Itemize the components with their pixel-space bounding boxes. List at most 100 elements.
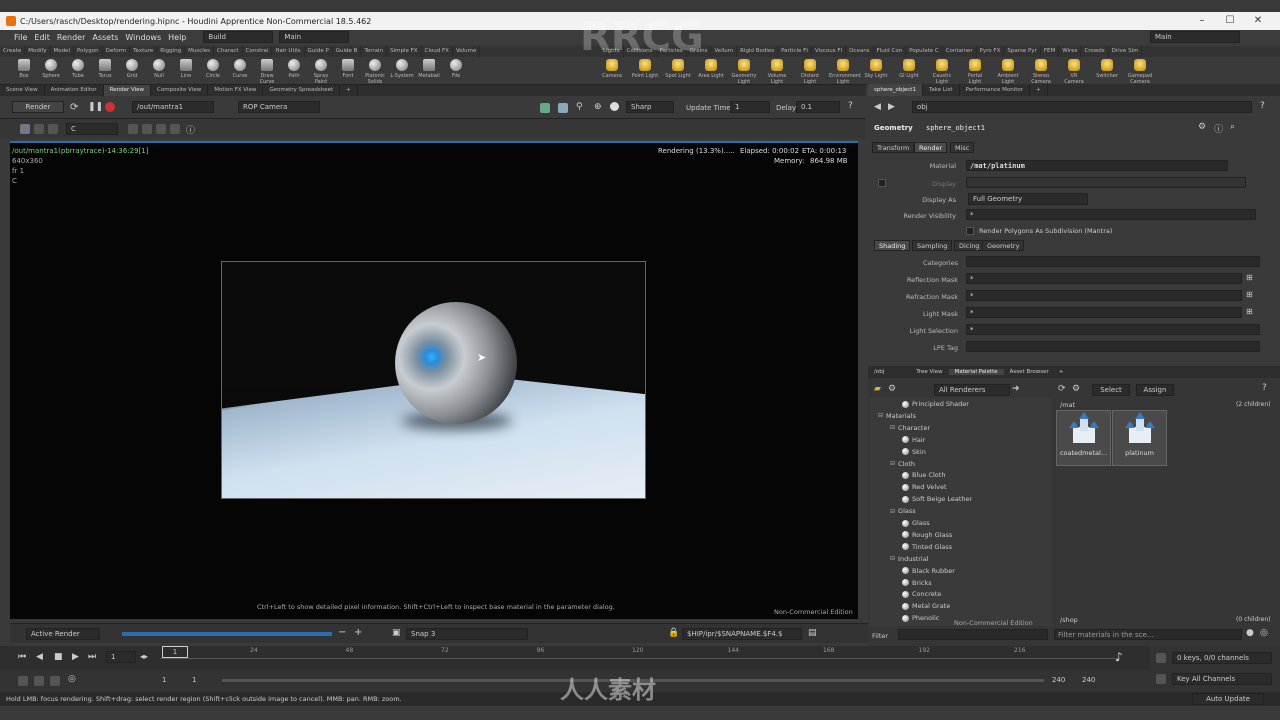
crop-icon[interactable] [142,124,152,134]
maximize-button[interactable]: ☐ [1216,12,1244,30]
shelf-tab[interactable]: Polygon [74,46,103,57]
render-progress-slider[interactable] [122,632,332,636]
display-as-select[interactable]: Full Geometry [968,193,1088,205]
shelf-tool[interactable]: Font [334,59,362,79]
range-end[interactable]: 240 [1052,676,1065,684]
gear-icon[interactable]: ⚙ [888,384,896,394]
tree-item[interactable]: ⊟ Character [890,424,930,432]
gear-icon[interactable]: ⚙ [1198,122,1206,132]
pause-icon[interactable]: ❚❚ [88,102,103,112]
shelf-tab[interactable]: Guide P [305,46,333,57]
filter-materials-input[interactable]: Filter materials in the sce... [1054,629,1242,640]
add-tab-button[interactable]: + [1030,84,1048,96]
tab-tree-view[interactable]: Tree View [910,369,948,375]
render-viewport[interactable]: /out/mantra1(pbrraytrace)-14:36:29[1] 64… [10,141,858,619]
tree-item[interactable]: Skin [902,448,926,456]
shelf-tool[interactable]: Distant Light [796,59,824,85]
select-button[interactable]: Select [1092,384,1130,396]
tab-transform[interactable]: Transform [872,142,915,153]
render-visibility-field[interactable]: * [966,209,1256,220]
plus-button[interactable]: + [354,627,362,638]
tree-item[interactable]: Blue Cloth [902,471,945,479]
shelf-tool[interactable]: Camera [598,59,626,79]
shelf-tab[interactable]: Wires [1059,46,1082,57]
pin-icon[interactable]: ⚲ [576,102,583,112]
tree-item[interactable]: ⊟ Materials [878,412,916,420]
help-icon[interactable]: ? [1260,101,1265,111]
tree-item[interactable]: Glass [902,519,930,527]
shelf-tool[interactable]: Grid [118,59,146,79]
range-end-2[interactable]: 240 [1082,676,1095,684]
shelf-tab[interactable]: Cloud FX [422,46,453,57]
tab-geometry[interactable]: Geometry [982,240,1025,251]
tab-scene-view[interactable]: Scene View [0,85,45,96]
renderer-select[interactable]: All Renderers [934,384,1010,396]
tree-item[interactable]: Rough Glass [902,531,952,539]
range-start-2[interactable]: 1 [192,676,196,684]
render-button[interactable]: Render [12,101,64,113]
shelf-tab[interactable]: Drive Sim [1109,46,1143,57]
help-icon[interactable]: ? [848,101,853,111]
zoom-icon[interactable]: ⊕ [594,102,602,112]
close-window-button[interactable]: ✕ [1244,12,1272,30]
material-thumb-platinum[interactable]: platinum [1112,410,1167,466]
stop-icon[interactable] [105,102,115,112]
tab-performance-monitor[interactable]: Performance Monitor [960,84,1031,96]
fit-icon[interactable] [128,124,138,134]
menu-help[interactable]: Help [168,33,186,42]
tree-item[interactable]: Red Velvet [902,483,947,491]
shelf-tool[interactable]: Curve [226,59,254,79]
mask-picker-icon[interactable]: ⊞ [1246,307,1253,316]
sphere-preview-icon[interactable]: ● [1246,628,1254,638]
tab-misc[interactable]: Misc [950,142,975,153]
back-arrow-icon[interactable]: ◀ [874,102,881,112]
current-frame-field[interactable]: 1 [106,651,136,663]
key-all-icon[interactable] [1156,674,1166,684]
shelf-tab[interactable]: Oceans [846,46,874,57]
shelf-tab[interactable]: Create [0,46,26,57]
shelf-tool[interactable]: VR Camera [1060,59,1088,85]
help-icon[interactable]: ? [1262,383,1267,393]
stop-button[interactable]: ■ [54,652,63,662]
menu-assets[interactable]: Assets [92,33,118,42]
shelf-tool[interactable]: Portal Light [961,59,989,85]
tree-item[interactable]: ⊟ Industrial [890,555,929,563]
shelf-tab[interactable]: Crowds [1081,46,1109,57]
minimize-button[interactable]: – [1188,12,1216,30]
shelf-tab[interactable]: Rigging [157,46,186,57]
shelf-tab[interactable]: Modify [25,46,51,57]
tab-motion-fx-view[interactable]: Motion FX View [208,85,264,96]
rop-path-field[interactable]: /out/mantra1 [132,101,214,113]
tab-render[interactable]: Render [914,142,948,153]
shelf-tab[interactable]: Fluid Con [874,46,907,57]
shelf-tab[interactable]: Terrain [361,46,388,57]
tree-item[interactable]: Concrete [902,590,941,598]
tab-material-palette[interactable]: Material Palette [948,369,1004,375]
tab-sphere-object[interactable]: sphere_object1 [868,84,923,96]
shelf-tool[interactable]: Path [280,59,308,79]
shelf-tool[interactable]: Ambient Light [994,59,1022,85]
shelf-tool[interactable]: Box [10,59,38,79]
shelf-tool[interactable]: Sphere [37,59,65,79]
render-polygons-checkbox[interactable] [966,227,974,235]
shelf-tool[interactable]: File [442,59,470,79]
alpha-icon[interactable] [34,124,44,134]
settings-icon[interactable]: ◎ [1260,628,1268,638]
tab-render-view[interactable]: Render View [103,85,152,96]
shelf-tab[interactable]: Constrai [243,46,273,57]
shelf-tool[interactable]: Geometry Light [730,59,758,85]
tab-obj[interactable]: /obj [868,369,890,375]
shelf-tab[interactable]: Pyro FX [977,46,1005,57]
shelf-tab[interactable]: Container [943,46,977,57]
shelf-tool[interactable]: Circle [199,59,227,79]
pan-icon[interactable] [170,124,180,134]
shelf-tool[interactable]: Metaball [415,59,443,79]
shelf-tool[interactable]: Spot Light [664,59,692,79]
sharp-select[interactable]: Sharp [626,101,674,113]
folder-icon[interactable]: ▰ [874,384,881,394]
range-start[interactable]: 1 [162,676,166,684]
jump-start-button[interactable]: ⏮ [18,652,26,662]
desktop-select[interactable]: Build [203,31,274,43]
frame-marker[interactable]: 1 [162,646,188,658]
shelf-tool[interactable]: Switcher [1093,59,1121,79]
